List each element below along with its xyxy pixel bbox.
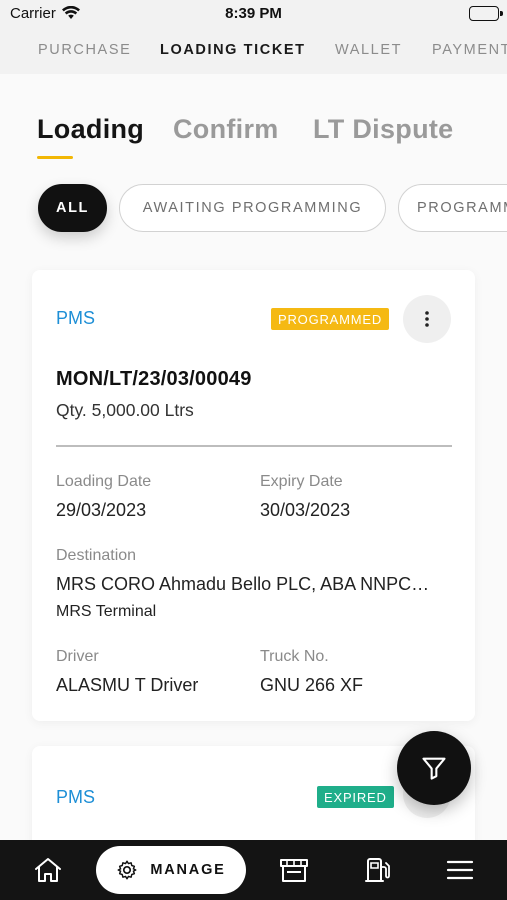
top-nav-purchase[interactable]: PURCHASE xyxy=(38,42,131,58)
main-content: Loading Confirm LT Dispute ALL AWAITING … xyxy=(0,74,507,840)
more-options-button[interactable] xyxy=(403,295,451,343)
tab-lt-dispute[interactable]: LT Dispute xyxy=(313,114,454,145)
filter-icon xyxy=(422,757,446,780)
product-label[interactable]: PMS xyxy=(56,787,95,808)
top-nav-payment[interactable]: PAYMENT xyxy=(432,42,507,58)
manage-label: MANAGE xyxy=(150,862,226,878)
battery-icon xyxy=(469,6,503,21)
status-badge: PROGRAMMED xyxy=(271,308,390,330)
store-icon xyxy=(280,859,308,882)
top-nav-wallet[interactable]: WALLET xyxy=(335,42,402,58)
status-bar: Carrier 8:39 PM xyxy=(0,0,507,28)
filter-button[interactable] xyxy=(397,731,471,805)
filter-chip-programmed[interactable]: PROGRAMMED xyxy=(398,184,507,232)
ticket-quantity: Qty. 5,000.00 Ltrs xyxy=(56,400,194,420)
tabs: Loading Confirm LT Dispute xyxy=(0,74,507,174)
nav-menu[interactable] xyxy=(432,840,488,900)
loading-ticket-card[interactable]: PMS PROGRAMMED MON/LT/23/03/00049 Qty. 5… xyxy=(32,270,475,721)
manage-button[interactable]: MANAGE xyxy=(96,846,246,894)
loading-date-value: 29/03/2023 xyxy=(56,500,147,520)
active-tab-indicator xyxy=(37,156,73,159)
loading-date-label: Loading Date xyxy=(56,473,152,490)
nav-store[interactable] xyxy=(266,840,322,900)
gear-icon xyxy=(117,860,137,880)
tab-loading[interactable]: Loading xyxy=(37,114,144,145)
truck-number-label: Truck No. xyxy=(260,648,329,665)
truck-number-value: GNU 266 XF xyxy=(260,675,364,695)
destination-value: MRS CORO Ahmadu Bello PLC, ABA NNPC… xyxy=(56,574,430,594)
clock: 8:39 PM xyxy=(225,5,282,22)
top-nav-loading-ticket[interactable]: LOADING TICKET xyxy=(160,42,306,58)
expiry-date-value: 30/03/2023 xyxy=(260,500,351,520)
driver-label: Driver xyxy=(56,648,99,665)
nav-fuel-station[interactable] xyxy=(350,840,406,900)
nav-home[interactable] xyxy=(20,840,76,900)
menu-icon xyxy=(446,860,474,880)
filter-chip-all[interactable]: ALL xyxy=(38,184,107,232)
driver-value: ALASMU T Driver xyxy=(56,675,199,695)
terminal-value: MRS Terminal xyxy=(56,603,157,620)
home-icon xyxy=(35,858,61,882)
expiry-date-label: Expiry Date xyxy=(260,473,343,490)
more-vertical-icon xyxy=(425,311,429,327)
tab-confirm[interactable]: Confirm xyxy=(173,114,279,145)
divider xyxy=(56,445,452,447)
filter-chip-awaiting-programming[interactable]: AWAITING PROGRAMMING xyxy=(119,184,386,232)
product-label[interactable]: PMS xyxy=(56,308,95,329)
filter-chips: ALL AWAITING PROGRAMMING PROGRAMMED xyxy=(0,184,507,234)
status-badge: EXPIRED xyxy=(317,786,394,808)
top-nav: PURCHASE LOADING TICKET WALLET PAYMENT xyxy=(0,28,507,74)
ticket-number: MON/LT/23/03/00049 xyxy=(56,368,252,390)
bottom-nav: MANAGE xyxy=(0,840,507,900)
fuel-pump-icon xyxy=(365,858,390,882)
destination-label: Destination xyxy=(56,547,137,564)
